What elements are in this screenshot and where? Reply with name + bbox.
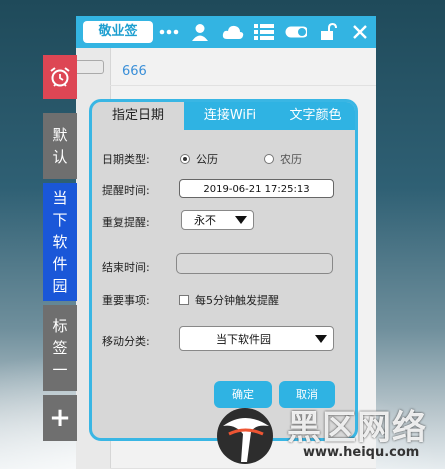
dropdown-arrow-icon <box>315 334 327 343</box>
watermark-url: www.heiqu.com <box>303 445 420 460</box>
divider <box>110 85 376 86</box>
cloud-icon[interactable] <box>222 22 244 42</box>
important-label: 重要事项: <box>102 294 150 307</box>
end-time-input[interactable] <box>176 253 333 274</box>
dropdown-arrow-icon <box>235 216 247 224</box>
category-tab-char: 软 <box>52 233 68 251</box>
checkbox-box <box>179 295 189 305</box>
category-tab-char: 当 <box>52 189 68 207</box>
dialog-tabs: 指定日期 连接WiFi 文字颜色 <box>92 102 355 130</box>
radio-dot <box>264 154 274 164</box>
note-content[interactable]: 666 <box>122 64 147 79</box>
move-category-select[interactable]: 当下软件园 <box>179 326 334 351</box>
date-type-label: 日期类型: <box>102 153 150 166</box>
category-tab-char: 一 <box>52 361 68 379</box>
category-tab-char: 件 <box>52 255 68 273</box>
category-tab-char: 标 <box>52 317 68 335</box>
alarm-tab[interactable] <box>43 55 77 99</box>
important-checkbox-label: 每5分钟触发提醒 <box>195 294 279 307</box>
reminder-time-input[interactable]: 2019-06-21 17:25:13 <box>179 179 334 198</box>
tab-connector <box>77 60 104 74</box>
list-icon[interactable] <box>253 22 275 42</box>
category-tab-label1[interactable]: 标 签 一 <box>43 305 77 391</box>
more-icon[interactable] <box>158 22 180 42</box>
watermark-logo-icon <box>217 408 273 464</box>
solar-radio-label: 公历 <box>196 153 218 166</box>
solar-radio[interactable]: 公历 <box>180 151 218 167</box>
tab-specified-date[interactable]: 指定日期 <box>92 102 184 130</box>
repeat-select[interactable]: 永不 <box>181 210 254 230</box>
add-category-button[interactable]: + <box>43 395 77 441</box>
radio-dot <box>180 154 190 164</box>
repeat-label: 重复提醒: <box>102 216 150 229</box>
category-tab-char: 签 <box>52 339 68 357</box>
repeat-select-value: 永不 <box>194 214 216 227</box>
close-icon[interactable] <box>349 22 371 42</box>
category-tab-char: 认 <box>52 148 68 166</box>
category-tab-char: 下 <box>52 211 68 229</box>
title-bar: 敬业签 <box>76 16 376 48</box>
category-tab-current[interactable]: 当 下 软 件 园 <box>43 183 77 301</box>
category-tab-char: 默 <box>52 126 68 144</box>
reminder-time-label: 提醒时间: <box>102 184 150 197</box>
unlock-icon[interactable] <box>318 22 340 42</box>
alarm-clock-icon <box>50 67 70 87</box>
user-icon[interactable] <box>189 22 211 42</box>
important-checkbox[interactable]: 每5分钟触发提醒 <box>179 292 279 308</box>
move-category-value: 当下软件园 <box>216 332 271 346</box>
watermark: 黑区网络 www.heiqu.com <box>207 400 445 469</box>
category-tab-char: 园 <box>52 277 68 295</box>
category-tab-default[interactable]: 默 认 <box>43 113 77 179</box>
toggle-icon[interactable] <box>285 22 307 42</box>
move-category-label: 移动分类: <box>102 335 150 348</box>
tab-text-color[interactable]: 文字颜色 <box>276 102 355 130</box>
app-title[interactable]: 敬业签 <box>83 21 153 43</box>
lunar-radio-label: 农历 <box>280 153 302 166</box>
tab-connect-wifi[interactable]: 连接WiFi <box>184 102 276 130</box>
end-time-label: 结束时间: <box>102 261 150 274</box>
lunar-radio[interactable]: 农历 <box>264 151 302 167</box>
watermark-text: 黑区网络 <box>287 408 427 448</box>
reminder-dialog: 指定日期 连接WiFi 文字颜色 日期类型: 公历 农历 提醒时间: 2019-… <box>89 99 358 441</box>
